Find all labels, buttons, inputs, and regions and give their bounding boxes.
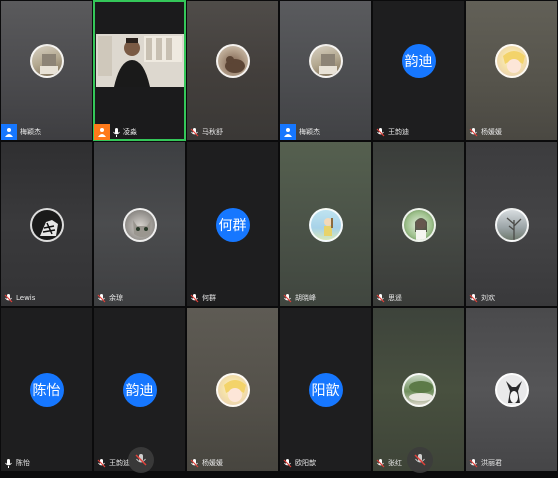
participant-name: Lewis xyxy=(16,294,36,302)
mic-muted-icon xyxy=(283,293,292,302)
tree-avatar xyxy=(494,208,529,242)
host-icon xyxy=(280,124,296,140)
text-avatar: 陈怡 xyxy=(29,373,64,407)
name-bar: 杨媛媛 xyxy=(466,124,506,140)
mic-muted-icon xyxy=(376,458,385,467)
mic-muted-icon xyxy=(376,127,385,136)
participant-tile[interactable]: 杨媛媛 xyxy=(186,307,279,472)
mic-muted-icon xyxy=(414,454,426,466)
participant-tile[interactable]: 余琼 xyxy=(93,141,186,307)
participant-name: 欧阳歆 xyxy=(295,459,316,467)
anime-avatar xyxy=(215,373,250,407)
figure-avatar xyxy=(308,208,343,242)
participant-name: 陈怡 xyxy=(16,459,30,467)
name-bar: 何群 xyxy=(187,290,220,306)
camera-video xyxy=(96,34,184,87)
participant-tile[interactable]: 洪丽君 xyxy=(465,307,558,472)
participant-name: 梅颖杰 xyxy=(299,128,320,136)
participant-name: 张红 xyxy=(388,459,402,467)
participant-tile[interactable]: 阳歆 欧阳歆 xyxy=(279,307,372,472)
cat-avatar xyxy=(215,44,250,78)
name-bar: 思遥 xyxy=(373,290,406,306)
participant-name: 刘欢 xyxy=(481,294,495,302)
participant-tile[interactable]: 梅颖杰 xyxy=(279,0,372,141)
name-bar: Lewis xyxy=(1,290,39,306)
participant-name: 余琼 xyxy=(109,294,123,302)
mic-muted-icon xyxy=(469,293,478,302)
mic-muted-icon xyxy=(190,458,199,467)
participant-name: 杨媛媛 xyxy=(481,128,502,136)
name-bar: 余琼 xyxy=(94,290,127,306)
mic-muted-icon xyxy=(283,458,292,467)
text-avatar: 韵迪 xyxy=(122,373,157,407)
name-bar: 欧阳歆 xyxy=(280,455,320,471)
participant-name: 王韵迪 xyxy=(388,128,409,136)
participant-tile[interactable]: 何群 何群 xyxy=(186,141,279,307)
name-bar: 梅颖杰 xyxy=(280,124,324,140)
mic-muted-icon xyxy=(4,293,13,302)
mic-muted-icon xyxy=(469,458,478,467)
participant-tile[interactable]: 梅颖杰 xyxy=(0,0,93,141)
kitten-avatar xyxy=(122,208,157,242)
landscape-avatar xyxy=(29,44,64,78)
name-bar: 洪丽君 xyxy=(466,455,506,471)
participant-name: 洪丽君 xyxy=(481,459,502,467)
name-bar: 凌淼 xyxy=(94,124,141,140)
name-bar: 杨媛媛 xyxy=(187,455,227,471)
mic-muted-icon xyxy=(190,127,199,136)
landscape-avatar xyxy=(308,44,343,78)
anime-avatar xyxy=(494,44,529,78)
participant-name: 梅颖杰 xyxy=(20,128,41,136)
mic-on-icon xyxy=(5,458,12,468)
text-avatar: 何群 xyxy=(215,208,250,242)
participant-tile[interactable]: 胡晓峰 xyxy=(279,141,372,307)
participant-name: 何群 xyxy=(202,294,216,302)
girl-avatar xyxy=(401,208,436,242)
participant-name: 马秋舒 xyxy=(202,128,223,136)
mic-muted-icon xyxy=(376,293,385,302)
mute-toggle-button[interactable] xyxy=(128,447,154,473)
zebra-avatar xyxy=(29,208,64,242)
participant-tile[interactable]: Lewis xyxy=(0,141,93,307)
participant-name: 思遥 xyxy=(388,294,402,302)
name-bar: 胡晓峰 xyxy=(280,290,320,306)
participant-name: 凌淼 xyxy=(123,128,137,136)
dog-avatar xyxy=(494,373,529,407)
mic-muted-icon xyxy=(469,127,478,136)
name-bar: 马秋舒 xyxy=(187,124,227,140)
participant-tile[interactable]: 思遥 xyxy=(372,141,465,307)
text-avatar: 韵迪 xyxy=(401,44,436,78)
mic-on-icon xyxy=(113,127,120,137)
participant-grid: 梅颖杰 凌淼 马秋舒 梅颖杰 韵迪 王韵迪 杨媛媛 Lewis 余琼 何群 何群… xyxy=(0,0,558,478)
name-bar: 王韵迪 xyxy=(373,124,413,140)
mute-toggle-button[interactable] xyxy=(407,447,433,473)
name-bar: 梅颖杰 xyxy=(1,124,45,140)
mic-muted-icon xyxy=(135,454,147,466)
cohost-icon xyxy=(94,124,110,140)
name-bar: 陈怡 xyxy=(1,455,34,471)
text-avatar: 阳歆 xyxy=(308,373,343,407)
participant-tile[interactable]: 杨媛媛 xyxy=(465,0,558,141)
host-icon xyxy=(1,124,17,140)
name-bar: 刘欢 xyxy=(466,290,499,306)
name-bar: 张红 xyxy=(373,455,406,471)
mic-muted-icon xyxy=(190,293,199,302)
participant-name: 王韵迪 xyxy=(109,459,130,467)
garden-avatar xyxy=(401,373,436,407)
participant-tile-speaking[interactable]: 凌淼 xyxy=(93,0,186,141)
mic-muted-icon xyxy=(97,458,106,467)
participant-tile[interactable]: 韵迪 王韵迪 xyxy=(372,0,465,141)
participant-tile[interactable]: 马秋舒 xyxy=(186,0,279,141)
participant-name: 胡晓峰 xyxy=(295,294,316,302)
mic-muted-icon xyxy=(97,293,106,302)
participant-tile[interactable]: 刘欢 xyxy=(465,141,558,307)
participant-name: 杨媛媛 xyxy=(202,459,223,467)
participant-tile[interactable]: 陈怡 陈怡 xyxy=(0,307,93,472)
